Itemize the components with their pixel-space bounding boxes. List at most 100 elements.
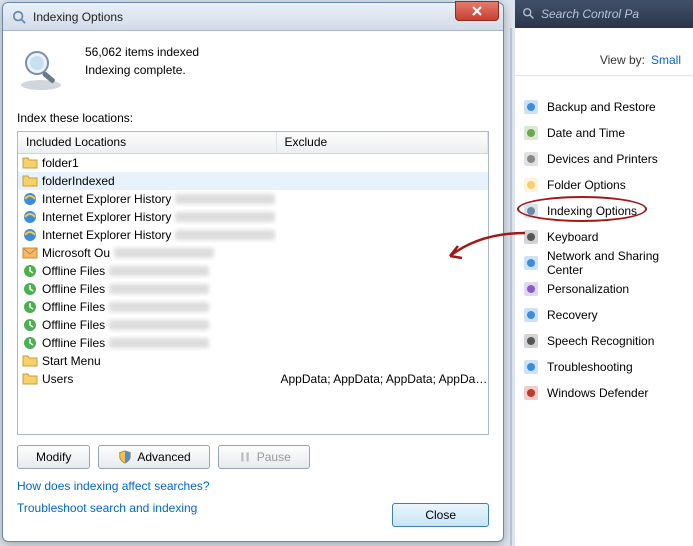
cp-item-personalization[interactable]: Personalization [523,276,685,302]
folderopt-icon [523,177,539,193]
redacted-text [114,248,214,258]
cell-location: Internet Explorer History [18,209,277,225]
table-row[interactable]: Microsoft Ou [18,244,488,262]
ie-icon [22,191,38,207]
row-label: Start Menu [42,354,101,368]
help-link[interactable]: How does indexing affect searches? [17,479,489,493]
defender-icon [523,385,539,401]
backup-icon [523,99,539,115]
col-exclude[interactable]: Exclude [277,132,489,153]
row-label: Offline Files [42,282,105,296]
indexing-icon [523,203,539,219]
table-row[interactable]: folderIndexed [18,172,488,190]
table-row[interactable]: Offline Files [18,298,488,316]
folder-icon [22,173,38,189]
redacted-text [109,338,209,348]
cp-item-label: Indexing Options [547,204,637,218]
close-icon[interactable] [455,1,499,21]
folder-icon [22,371,38,387]
instructions-label: Index these locations: [17,111,489,125]
titlebar[interactable]: Indexing Options [3,3,503,31]
table-row[interactable]: Offline Files [18,316,488,334]
redacted-text [175,212,275,222]
table-row[interactable]: Internet Explorer History [18,226,488,244]
cp-item-troubleshooting[interactable]: Troubleshooting [523,354,685,380]
close-button[interactable]: Close [392,503,489,527]
control-panel-list: Backup and Restore Date and Time Devices a… [515,76,693,424]
recovery-icon [523,307,539,323]
table-row[interactable]: folder1 [18,154,488,172]
cp-item-label: Folder Options [547,178,626,192]
redacted-text [175,230,275,240]
cell-location: Microsoft Ou [18,245,277,261]
viewby-value[interactable]: Small [651,53,681,67]
table-row[interactable]: Start Menu [18,352,488,370]
table-row[interactable]: Internet Explorer History [18,190,488,208]
cell-location: Internet Explorer History [18,227,277,243]
redacted-text [175,194,275,204]
table-row[interactable]: Offline Files [18,262,488,280]
row-label: Microsoft Ou [42,246,110,260]
indexing-status: Indexing complete. [85,61,199,79]
network-icon [523,255,539,271]
viewby-row: View by: Small [515,28,693,76]
offline-icon [22,299,38,315]
cp-item-datetime[interactable]: Date and Time [523,120,685,146]
folder-icon [22,353,38,369]
cell-location: Internet Explorer History [18,191,277,207]
indexing-options-dialog: Indexing Options 56,062 items indexed In… [2,2,504,542]
cp-item-devices[interactable]: Devices and Printers [523,146,685,172]
row-label: Users [42,372,73,386]
row-label: Internet Explorer History [42,210,171,224]
row-label: Offline Files [42,336,105,350]
cp-item-indexing[interactable]: Indexing Options [523,198,685,224]
cp-item-defender[interactable]: Windows Defender [523,380,685,406]
table-row[interactable]: UsersAppData; AppData; AppData; AppData;… [18,370,488,388]
datetime-icon [523,125,539,141]
col-included[interactable]: Included Locations [18,132,277,153]
cp-item-label: Troubleshooting [547,360,633,374]
offline-icon [22,317,38,333]
pause-button: Pause [218,445,310,469]
row-label: Offline Files [42,318,105,332]
cp-item-network[interactable]: Network and Sharing Center [523,250,685,276]
speech-icon [523,333,539,349]
table-row[interactable]: Offline Files [18,280,488,298]
cp-item-label: Recovery [547,308,598,322]
redacted-text [109,302,209,312]
cp-item-backup[interactable]: Backup and Restore [523,94,685,120]
window-title: Indexing Options [33,10,123,24]
table-row[interactable]: Offline Files [18,334,488,352]
cp-item-label: Network and Sharing Center [547,249,685,277]
table-header: Included Locations Exclude [18,132,488,154]
cp-item-recovery[interactable]: Recovery [523,302,685,328]
cell-location: Start Menu [18,353,277,369]
row-label: Internet Explorer History [42,228,171,242]
cp-item-label: Personalization [547,282,629,296]
cell-location: Offline Files [18,317,277,333]
modify-button[interactable]: Modify [17,445,90,469]
cell-location: Users [18,371,277,387]
search-bar[interactable]: Search Control Pa [515,0,693,28]
cp-item-speech[interactable]: Speech Recognition [523,328,685,354]
redacted-text [109,284,209,294]
divider [510,28,512,546]
cp-item-label: Date and Time [547,126,625,140]
buttons-row: Modify Advanced Pause [17,445,489,469]
items-indexed: 56,062 items indexed [85,43,199,61]
offline-icon [22,281,38,297]
advanced-button[interactable]: Advanced [98,445,209,469]
row-label: Offline Files [42,300,105,314]
outlook-icon [22,245,38,261]
magnifier-icon [17,45,65,93]
cp-item-folderopt[interactable]: Folder Options [523,172,685,198]
table-row[interactable]: Internet Explorer History [18,208,488,226]
row-label: folder1 [42,156,79,170]
cp-item-label: Speech Recognition [547,334,654,348]
search-placeholder: Search Control Pa [541,7,639,21]
cell-location: folder1 [18,155,277,171]
table-body: folder1 folderIndexed Internet Explorer Hi… [18,154,488,434]
keyboard-icon [523,229,539,245]
cp-item-keyboard[interactable]: Keyboard [523,224,685,250]
cell-location: folderIndexed [18,173,277,189]
